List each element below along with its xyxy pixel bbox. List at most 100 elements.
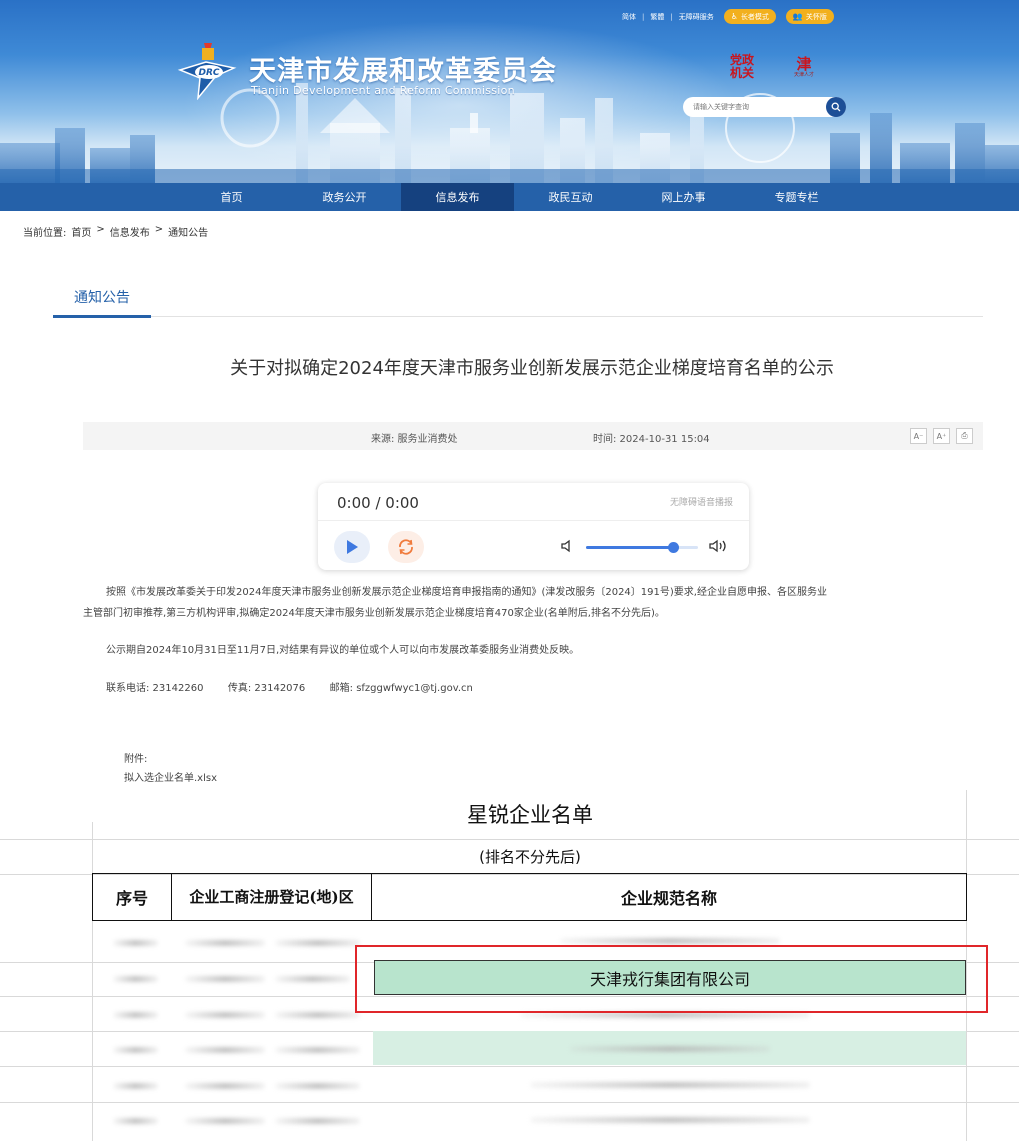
badge-line: 津 (796, 55, 812, 73)
sheet-gridline (0, 1102, 1019, 1103)
column-header-district: 企业工商注册登记(地)区 (171, 873, 372, 921)
drc-logo-icon[interactable]: DRC (176, 40, 240, 100)
sheet-gridline (92, 822, 93, 1141)
article-meta-bar: 来源: 服务业消费处 时间: 2024-10-31 15:04 A⁻ A⁺ ⎙ (83, 422, 983, 450)
link-simplified[interactable]: 简体 (622, 12, 636, 22)
column-header-company-name: 企业规范名称 (371, 873, 967, 921)
nav-item-special-topics[interactable]: 专题专栏 (740, 183, 853, 211)
logo-text: DRC (198, 68, 219, 78)
redacted-cell (113, 1047, 158, 1053)
nav-item-interaction[interactable]: 政民互动 (514, 183, 627, 211)
redacted-cell (530, 1082, 810, 1088)
audio-label: 无障碍语音播报 (669, 498, 733, 508)
search-button[interactable] (826, 97, 846, 117)
redacted-cell (113, 1012, 158, 1018)
play-icon (347, 540, 358, 554)
volume-low-icon[interactable] (560, 539, 574, 553)
breadcrumb-notices[interactable]: 通知公告 (168, 224, 208, 239)
redacted-cell (275, 1118, 360, 1124)
search-icon (831, 102, 841, 112)
breadcrumb-home[interactable]: 首页 (71, 224, 91, 239)
redacted-cell (113, 1083, 158, 1089)
elder-mode-button[interactable]: ♿ 长者模式 (723, 9, 776, 24)
badge-line: 天津人才 (793, 72, 814, 78)
breadcrumb: 当前位置: 首页 > 信息发布 > 通知公告 (23, 224, 208, 239)
sheet-subtitle: (排名不分先后) (479, 848, 581, 866)
contact-email[interactable]: 邮箱: sfzggwfwyc1@tj.gov.cn (330, 683, 473, 694)
contact-fax: 传真: 23142076 (227, 683, 306, 694)
font-decrease-button[interactable]: A⁻ (910, 428, 927, 444)
attachment-file-link[interactable]: 拟入选企业名单.xlsx (124, 769, 217, 788)
redacted-cell (530, 1117, 810, 1123)
tianjin-talent-badge[interactable]: 津 天津人才 (786, 47, 822, 87)
nav-item-info-release[interactable]: 信息发布 (401, 183, 514, 211)
article-title: 关于对拟确定2024年度天津市服务业创新发展示范企业梯度培育名单的公示 (230, 358, 834, 379)
people-icon: 👥 (792, 12, 803, 21)
redacted-cell (185, 1047, 265, 1053)
redacted-cell (275, 940, 360, 946)
elder-mode-label: 长者模式 (740, 12, 769, 21)
site-title[interactable]: 天津市发展和改革委员会 (249, 49, 557, 88)
redacted-cell (275, 1083, 360, 1089)
nav-item-home[interactable]: 首页 (175, 183, 288, 211)
redacted-cell (185, 940, 265, 946)
volume-high-icon[interactable] (708, 538, 730, 554)
nav-item-government-affairs[interactable]: 政务公开 (288, 183, 401, 211)
redacted-cell (185, 976, 265, 982)
breadcrumb-info-release[interactable]: 信息发布 (110, 224, 150, 239)
article-source: 来源: 服务业消费处 (371, 434, 458, 445)
volume-slider[interactable] (586, 542, 698, 553)
header-banner: 简体 | 繁體 | 无障碍服务 ♿ 长者模式 👥 关怀版 DRC 天津市发展和改… (0, 0, 1019, 183)
link-accessibility[interactable]: 无障碍服务 (679, 12, 714, 22)
article-paragraph-1: 按照《市发展改革委关于印发2024年度天津市服务业创新发展示范企业梯度培育申报指… (83, 582, 986, 624)
search-input[interactable] (683, 103, 823, 111)
article-time: 时间: 2024-10-31 15:04 (593, 434, 710, 445)
contact-phone: 联系电话: 23142260 (106, 683, 204, 694)
breadcrumb-prefix: 当前位置: (23, 228, 67, 239)
search-box (683, 97, 846, 117)
sheet-gridline (0, 839, 1019, 840)
care-version-button[interactable]: 👥 关怀版 (785, 9, 834, 24)
play-button[interactable] (334, 531, 370, 563)
site-title-english: Tianjin Development and Reform Commissio… (251, 84, 515, 97)
article-tools: A⁻ A⁺ ⎙ (910, 428, 973, 444)
contact-info: 联系电话: 23142260 传真: 23142076 邮箱: sfzggwfw… (106, 678, 473, 699)
breadcrumb-separator: > (96, 224, 105, 235)
link-traditional[interactable]: 繁體 (650, 12, 664, 22)
loop-button[interactable] (388, 531, 424, 563)
audio-timer: 0:00 / 0:00 (337, 494, 419, 512)
sheet-title: 星锐企业名单 (467, 803, 593, 827)
redacted-cell (113, 940, 158, 946)
main-nav: 首页 政务公开 信息发布 政民互动 网上办事 专题专栏 (0, 183, 1019, 211)
redacted-cell (185, 1012, 265, 1018)
redacted-cell (113, 1118, 158, 1124)
redacted-cell (275, 976, 350, 982)
breadcrumb-separator: > (154, 224, 164, 235)
volume-knob[interactable] (668, 542, 680, 553)
paragraph-line: 按照《市发展改革委关于印发2024年度天津市服务业创新发展示范企业梯度培育申报指… (106, 587, 827, 598)
section-divider (151, 316, 983, 317)
elder-icon: ♿ (730, 12, 738, 21)
redacted-cell (275, 1012, 360, 1018)
loop-icon (399, 539, 413, 555)
player-divider (318, 520, 749, 521)
redacted-cell (185, 1083, 265, 1089)
redacted-cell (560, 938, 780, 944)
redacted-cell (570, 1046, 770, 1052)
section-tab-notices[interactable]: 通知公告 (53, 288, 151, 318)
separator: | (670, 12, 673, 21)
redacted-cell (185, 1118, 265, 1124)
party-government-badge[interactable]: 党政 机关 (724, 47, 760, 87)
paragraph-line: 主管部门初审推荐,第三方机构评审,拟确定2024年度天津市服务业创新发展示范企业… (83, 608, 665, 619)
company-list-sheet-image: 星锐企业名单 (排名不分先后) 序号 企业工商注册登记(地)区 企业规范名称 天… (0, 790, 1019, 1141)
care-version-label: 关怀版 (805, 12, 827, 21)
separator: | (642, 12, 645, 21)
volume-fill (586, 546, 674, 549)
font-increase-button[interactable]: A⁺ (933, 428, 950, 444)
attachment-label: 附件: (124, 754, 148, 765)
badge-line: 机关 (729, 66, 754, 80)
print-button[interactable]: ⎙ (956, 428, 973, 444)
attachments: 附件: 拟入选企业名单.xlsx (124, 750, 217, 788)
top-links: 简体 | 繁體 | 无障碍服务 ♿ 长者模式 👥 关怀版 (622, 9, 834, 24)
nav-item-online-service[interactable]: 网上办事 (627, 183, 740, 211)
